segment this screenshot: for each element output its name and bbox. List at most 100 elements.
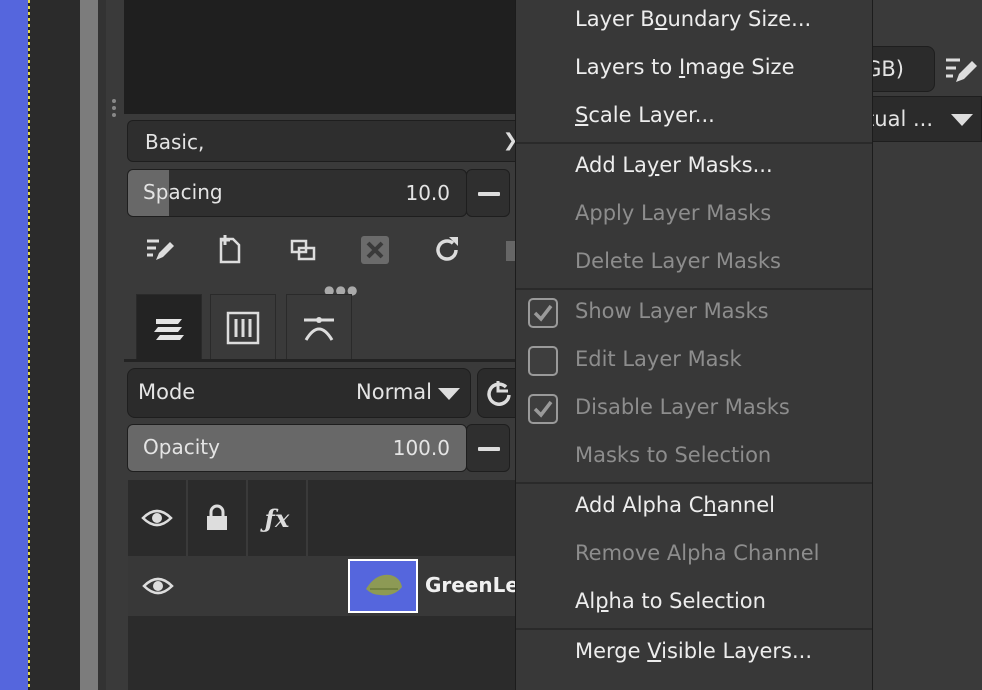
menu-item-label: Layer Boundary Size... — [575, 7, 811, 31]
layers-list-empty-area — [128, 616, 524, 690]
menu-item-scale-layer[interactable]: Scale Layer... — [516, 94, 872, 142]
layers-dock-tabs — [124, 294, 524, 362]
menu-item-label: Add Alpha Channel — [575, 493, 775, 517]
checkbox-checked-icon[interactable] — [528, 394, 558, 424]
mnemonic-letter: S — [575, 103, 589, 127]
label-prefix: Layers to — [575, 55, 679, 79]
menu-item-merge-visible-layers[interactable]: Merge Visible Layers... — [516, 630, 872, 678]
menu-item-show-layer-masks[interactable]: Show Layer Masks — [516, 290, 872, 338]
edit-color-profile-button[interactable] — [940, 50, 980, 90]
mnemonic-letter: p — [595, 589, 609, 613]
label-suffix: ha to Selection — [608, 589, 766, 613]
menu-item-layer-boundary-size[interactable]: Layer Boundary Size... — [516, 0, 872, 46]
menu-item-label: Show Layer Masks — [575, 299, 769, 323]
spacing-label: Spacing — [143, 180, 223, 204]
leaf-thumbnail-icon — [366, 574, 402, 596]
menu-item-disable-layer-masks[interactable]: Disable Layer Masks — [516, 386, 872, 434]
label-prefix: Add Alpha C — [575, 493, 704, 517]
canvas-vertical-scrollbar[interactable] — [80, 0, 98, 690]
menu-item-masks-to-selection[interactable]: Masks to Selection — [516, 434, 872, 482]
label-prefix: Disable Layer Masks — [575, 395, 790, 419]
layer-mode-dropdown[interactable]: Mode Normal — [127, 368, 471, 418]
dock-border — [98, 0, 106, 690]
tab-channels[interactable] — [210, 294, 276, 360]
mnemonic-letter: y — [646, 153, 660, 177]
mnemonic-letter: h — [703, 493, 717, 517]
label-prefix: Masks to Selection — [575, 443, 772, 467]
menu-separator — [516, 482, 872, 484]
checkbox-unchecked-icon[interactable] — [528, 346, 558, 376]
edit-brush-button[interactable] — [139, 232, 179, 268]
label-prefix: Show Layer Masks — [575, 299, 769, 323]
tab-paths[interactable] — [286, 294, 352, 360]
menu-item-label: Edit Layer Mask — [575, 347, 742, 371]
menu-item-edit-layer-mask[interactable]: Edit Layer Mask — [516, 338, 872, 386]
menu-item-apply-layer-masks[interactable]: Apply Layer Masks — [516, 192, 872, 240]
refresh-brushes-button[interactable] — [427, 232, 467, 268]
mnemonic-letter: o — [654, 7, 668, 31]
mnemonic-letter: V — [647, 639, 662, 663]
minus-icon — [478, 447, 500, 451]
menu-item-label: Layers to Image Size — [575, 55, 795, 79]
channels-icon — [226, 311, 260, 344]
checkbox-checked-icon[interactable] — [528, 298, 558, 328]
chevron-down-icon — [438, 388, 460, 400]
brush-preset-dropdown[interactable]: Basic, ❯ — [127, 120, 527, 162]
opacity-value: 100.0 — [392, 436, 450, 460]
refresh-icon — [436, 237, 458, 261]
tabs-divider — [124, 359, 524, 362]
menu-separator — [516, 142, 872, 144]
brush-preset-label: Basic, — [145, 130, 205, 154]
layer-thumbnail[interactable] — [348, 559, 418, 613]
eye-icon[interactable] — [142, 570, 174, 602]
duplicate-brush-button[interactable] — [283, 232, 323, 268]
mode-label: Mode — [138, 380, 196, 404]
dock-resize-grip-icon[interactable] — [110, 96, 118, 126]
menu-item-label: Masks to Selection — [575, 443, 771, 467]
label-prefix: Layer B — [575, 7, 655, 31]
minus-icon — [478, 192, 500, 196]
delete-brush-button[interactable] — [355, 232, 395, 268]
visibility-column-header[interactable] — [128, 480, 188, 556]
layers-icon — [154, 318, 184, 340]
menu-item-remove-alpha-channel[interactable]: Remove Alpha Channel — [516, 532, 872, 580]
menu-item-delete-layer-masks[interactable]: Delete Layer Masks — [516, 240, 872, 288]
menu-item-add-alpha-channel[interactable]: Add Alpha Channel — [516, 484, 872, 532]
effects-column-header[interactable]: ƒx — [248, 480, 308, 556]
opacity-spinscale[interactable]: Opacity 100.0 — [127, 424, 467, 472]
tab-layers[interactable] — [136, 294, 202, 360]
menu-separator — [516, 288, 872, 290]
menu-item-label: Alpha to Selection — [575, 589, 766, 613]
label-suffix: mage Size — [685, 55, 795, 79]
menu-item-label: Disable Layer Masks — [575, 395, 790, 419]
menu-separator — [516, 628, 872, 630]
canvas-padding[interactable] — [30, 0, 80, 690]
label-prefix: Add La — [575, 153, 647, 177]
delete-icon — [361, 236, 389, 264]
label-suffix: cale Layer... — [588, 103, 715, 127]
label-suffix: undary Size... — [667, 7, 812, 31]
spacing-value: 10.0 — [405, 181, 450, 205]
edit-icon — [147, 239, 174, 260]
layer-row[interactable]: GreenLea — [128, 556, 532, 616]
new-brush-button[interactable] — [210, 232, 250, 268]
menu-item-layers-to-image-size[interactable]: Layers to Image Size — [516, 46, 872, 94]
paths-icon — [304, 316, 334, 341]
edit-icon — [946, 58, 977, 82]
new-document-icon — [219, 235, 241, 264]
menu-item-label: Merge Visible Layers... — [575, 639, 812, 663]
spacing-decrease-button[interactable] — [466, 169, 510, 217]
lock-column-header[interactable] — [188, 480, 248, 556]
label-prefix: Merge — [575, 639, 648, 663]
menu-item-add-layer-masks[interactable]: Add Layer Masks... — [516, 144, 872, 192]
menu-item-alpha-to-selection[interactable]: Alpha to Selection — [516, 580, 872, 628]
eye-icon — [141, 509, 173, 527]
layers-list-header: ƒx — [128, 480, 524, 556]
image-canvas[interactable] — [0, 0, 28, 690]
spacing-spinscale[interactable]: Spacing 10.0 — [127, 169, 467, 217]
label-prefix: Delete Layer Masks — [575, 249, 781, 273]
opacity-decrease-button[interactable] — [466, 424, 510, 472]
chevron-down-icon — [951, 114, 973, 126]
brush-preview-area — [124, 0, 524, 114]
menu-item-label: Add Layer Masks... — [575, 153, 773, 177]
